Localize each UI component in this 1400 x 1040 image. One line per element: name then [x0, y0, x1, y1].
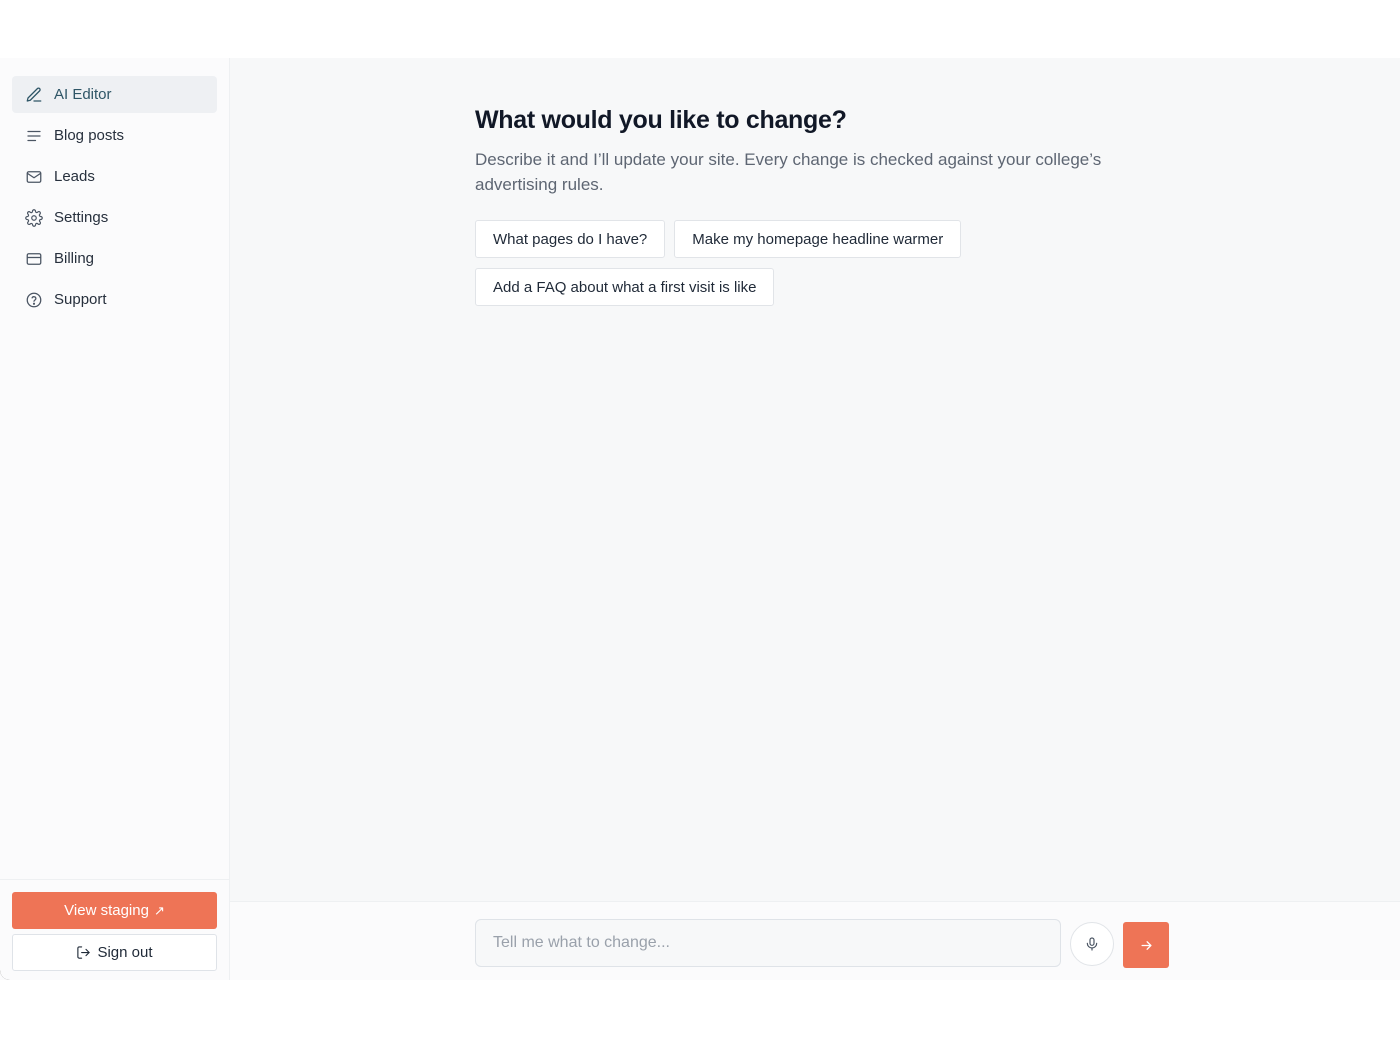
- voice-input-button[interactable]: [1070, 922, 1114, 966]
- lines-icon: [25, 127, 43, 145]
- sidebar-item-ai-editor[interactable]: AI Editor: [12, 76, 217, 113]
- message-input[interactable]: [475, 919, 1061, 967]
- message-composer: [230, 901, 1400, 980]
- suggestion-chip[interactable]: Add a FAQ about what a first visit is li…: [475, 268, 775, 306]
- editor-intro: What would you like to change? Describe …: [475, 106, 1175, 306]
- sidebar-item-label: Blog posts: [54, 127, 125, 144]
- suggestion-chips: What pages do I have? Make my homepage h…: [475, 220, 995, 306]
- sidebar-nav: AI Editor Blog posts Leads Settings Bill…: [0, 58, 229, 318]
- page-description: Describe it and I’ll update your site. E…: [475, 150, 1102, 194]
- sidebar-item-settings[interactable]: Settings: [12, 199, 217, 236]
- view-staging-label: View staging: [64, 902, 149, 919]
- arrow-right-icon: [1141, 940, 1151, 950]
- view-staging-button[interactable]: View staging ↗: [12, 892, 217, 929]
- credit-card-icon: [25, 250, 43, 268]
- app-shell: AI Editor Blog posts Leads Settings Bill…: [0, 58, 1400, 980]
- sign-out-label: Sign out: [97, 944, 153, 961]
- sidebar-item-leads[interactable]: Leads: [12, 158, 217, 195]
- page-title: What would you like to change?: [475, 106, 847, 134]
- sidebar-item-label: Leads: [54, 168, 95, 185]
- suggestion-chip[interactable]: Make my homepage headline warmer: [674, 220, 962, 258]
- mail-icon: [25, 168, 43, 186]
- sidebar-item-support[interactable]: Support: [12, 281, 217, 318]
- send-button[interactable]: [1123, 922, 1169, 968]
- sidebar: AI Editor Blog posts Leads Settings Bill…: [0, 58, 230, 980]
- microphone-icon: [1086, 937, 1098, 951]
- help-circle-icon: [25, 291, 43, 309]
- external-link-icon: ↗: [153, 902, 165, 918]
- suggestion-chip[interactable]: What pages do I have?: [475, 220, 666, 258]
- pencil-icon: [25, 86, 43, 104]
- gear-icon: [25, 208, 43, 227]
- sidebar-item-label: AI Editor: [54, 86, 112, 103]
- sidebar-item-label: Billing: [54, 250, 95, 267]
- sidebar-item-label: Support: [54, 291, 107, 308]
- sidebar-item-billing[interactable]: Billing: [12, 240, 217, 277]
- sidebar-footer: View staging ↗ Sign out: [0, 879, 229, 980]
- main-panel: What would you like to change? Describe …: [230, 58, 1400, 980]
- sign-out-icon: [77, 946, 91, 959]
- sidebar-item-blog-posts[interactable]: Blog posts: [12, 117, 217, 154]
- sign-out-button[interactable]: Sign out: [12, 934, 217, 971]
- sidebar-item-label: Settings: [54, 209, 109, 226]
